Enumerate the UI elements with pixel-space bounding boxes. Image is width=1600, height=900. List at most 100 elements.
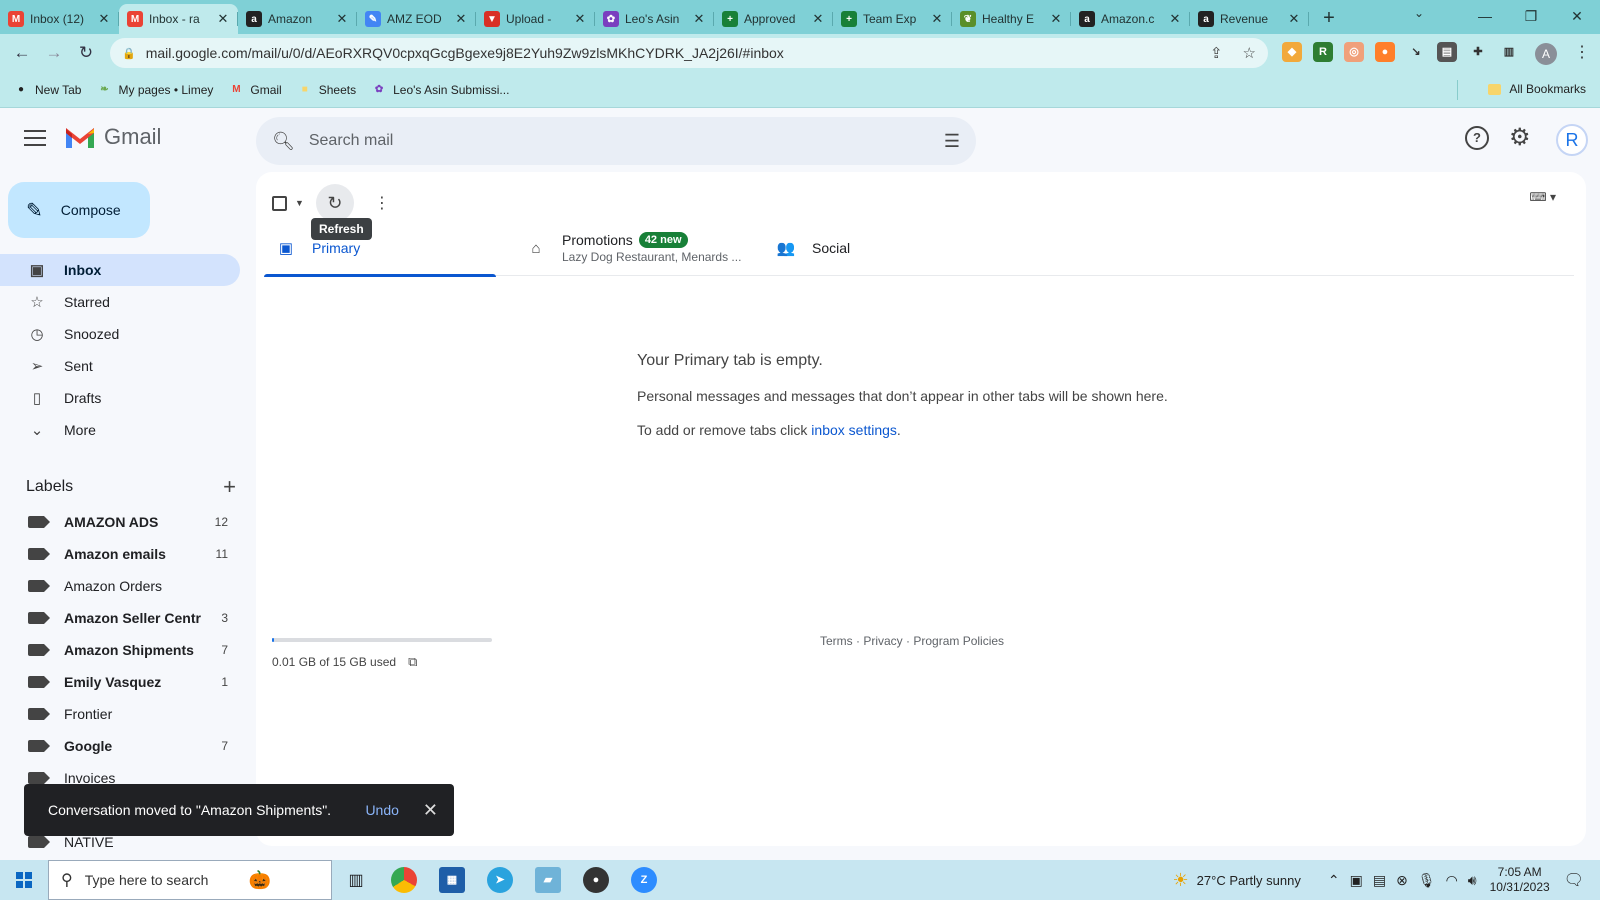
side-panel-icon[interactable]: ▥: [1499, 42, 1519, 62]
sidebar-item-more[interactable]: ⌄ More: [0, 414, 240, 446]
taskbar-app-red[interactable]: ●: [572, 860, 620, 900]
close-icon[interactable]: ✕: [423, 800, 438, 821]
label-item[interactable]: Amazon Shipments 7: [0, 634, 240, 666]
microphone-icon[interactable]: 🎙︎: [1418, 872, 1436, 889]
browser-tab[interactable]: M Inbox (12) ✕: [0, 4, 119, 34]
new-tab-button[interactable]: +: [1315, 4, 1343, 32]
browser-tab[interactable]: a Amazon ✕: [238, 4, 357, 34]
browser-tab[interactable]: ✎ AMZ EOD ✕: [357, 4, 476, 34]
input-tools-icon[interactable]: ⌨ ▾: [1529, 190, 1556, 204]
gmail-logo[interactable]: Gmail: [64, 124, 161, 150]
extension-icon-5[interactable]: ↘: [1406, 42, 1426, 62]
close-tab-icon[interactable]: ✕: [335, 11, 349, 27]
sidebar-item-drafts[interactable]: ▯ Drafts: [0, 382, 240, 414]
bookmark-item[interactable]: ❧ My pages • Limey: [97, 83, 213, 97]
taskbar-telegram[interactable]: ➤: [476, 860, 524, 900]
wifi-icon[interactable]: ◠: [1446, 872, 1458, 889]
tray-icon-2[interactable]: ▤: [1373, 872, 1386, 889]
reload-button[interactable]: ↻: [70, 43, 102, 63]
extension-icon-2[interactable]: R: [1313, 42, 1333, 62]
browser-tab[interactable]: ✿ Leo's Asin ✕: [595, 4, 714, 34]
tab-social[interactable]: 👥 Social: [764, 220, 1014, 276]
browser-tab[interactable]: a Amazon.c ✕: [1071, 4, 1190, 34]
close-tab-icon[interactable]: ✕: [1049, 11, 1063, 27]
start-button[interactable]: [0, 872, 48, 888]
more-actions-icon[interactable]: ⋮: [374, 193, 390, 213]
tray-icon-3[interactable]: ⊗: [1396, 872, 1408, 889]
share-icon[interactable]: ⇪: [1210, 44, 1223, 62]
inbox-settings-link[interactable]: inbox settings: [811, 422, 897, 438]
label-item[interactable]: AMAZON ADS 12: [0, 506, 240, 538]
close-tab-icon[interactable]: ✕: [1168, 11, 1182, 27]
refresh-button[interactable]: ↻: [315, 184, 354, 222]
close-tab-icon[interactable]: ✕: [454, 11, 468, 27]
search-options-icon[interactable]: ☰: [944, 131, 960, 152]
bookmark-item[interactable]: ● New Tab: [14, 83, 82, 97]
sidebar-item-inbox[interactable]: ▣ Inbox: [0, 254, 240, 286]
tab-search-chevron-icon[interactable]: ⌄: [1414, 6, 1424, 20]
site-info-icon[interactable]: 🔒: [122, 47, 136, 60]
tray-icon-1[interactable]: ▣: [1350, 872, 1363, 889]
bookmark-item[interactable]: ■ Sheets: [298, 83, 356, 97]
sidebar-item-snoozed[interactable]: ◷ Snoozed: [0, 318, 240, 350]
close-tab-icon[interactable]: ✕: [692, 11, 706, 27]
label-item[interactable]: Amazon emails 11: [0, 538, 240, 570]
select-dropdown-icon[interactable]: ▼: [295, 198, 304, 208]
privacy-link[interactable]: Privacy: [863, 634, 902, 648]
browser-tab[interactable]: + Team Exp ✕: [833, 4, 952, 34]
browser-menu-icon[interactable]: ⋮: [1574, 42, 1590, 62]
extension-icon-4[interactable]: ●: [1375, 42, 1395, 62]
main-menu-icon[interactable]: [24, 128, 46, 148]
browser-tab[interactable]: a Revenue ✕: [1190, 4, 1309, 34]
taskbar-files[interactable]: ▰: [524, 860, 572, 900]
clock[interactable]: 7:05 AM 10/31/2023: [1490, 865, 1550, 895]
label-item[interactable]: Emily Vasquez 1: [0, 666, 240, 698]
compose-button[interactable]: ✎ Compose: [8, 182, 150, 238]
extension-icon-1[interactable]: ◆: [1282, 42, 1302, 62]
label-item[interactable]: Frontier: [0, 698, 240, 730]
select-all-checkbox[interactable]: [272, 195, 287, 211]
browser-tab[interactable]: ▼ Upload - ✕: [476, 4, 595, 34]
label-item[interactable]: Amazon Seller Centr 3: [0, 602, 240, 634]
minimize-button[interactable]: —: [1462, 0, 1508, 32]
address-bar[interactable]: 🔒 mail.google.com/mail/u/0/d/AEoRXRQV0cp…: [110, 38, 1268, 68]
forward-button[interactable]: →: [38, 43, 70, 63]
close-tab-icon[interactable]: ✕: [216, 11, 230, 27]
settings-gear-icon[interactable]: ⚙: [1509, 126, 1531, 150]
bookmark-item[interactable]: M Gmail: [229, 83, 282, 97]
volume-icon[interactable]: 🔊︎: [1468, 872, 1477, 889]
taskbar-zoom[interactable]: Z: [620, 860, 668, 900]
url-text[interactable]: mail.google.com/mail/u/0/d/AEoRXRQV0cpxq…: [146, 45, 1190, 61]
browser-tab[interactable]: M Inbox - ra ✕: [119, 4, 238, 34]
add-label-icon[interactable]: +: [223, 474, 236, 500]
taskbar-search[interactable]: ⚲ Type here to search 🎃: [48, 860, 332, 900]
weather-widget[interactable]: ☀ 27°C Partly sunny: [1173, 870, 1301, 891]
browser-tab[interactable]: + Approved ✕: [714, 4, 833, 34]
terms-link[interactable]: Terms: [820, 634, 853, 648]
bookmark-star-icon[interactable]: ☆: [1243, 44, 1256, 62]
taskbar-chrome[interactable]: [380, 860, 428, 900]
undo-button[interactable]: Undo: [365, 802, 398, 818]
notifications-icon[interactable]: 🗨︎: [1564, 870, 1584, 890]
label-item[interactable]: Google 7: [0, 730, 240, 762]
close-tab-icon[interactable]: ✕: [930, 11, 944, 27]
help-icon[interactable]: ?: [1465, 126, 1489, 150]
account-avatar[interactable]: R: [1556, 124, 1588, 156]
label-item[interactable]: Amazon Orders: [0, 570, 240, 602]
show-hidden-icons[interactable]: ⌃: [1328, 872, 1340, 889]
tab-primary[interactable]: ▣ Primary: [264, 220, 514, 277]
close-tab-icon[interactable]: ✕: [573, 11, 587, 27]
restore-button[interactable]: ❐: [1508, 0, 1554, 32]
close-window-button[interactable]: ✕: [1554, 0, 1600, 32]
program-policies-link[interactable]: Program Policies: [913, 634, 1004, 648]
close-tab-icon[interactable]: ✕: [811, 11, 825, 27]
search-icon[interactable]: 🔍︎: [272, 131, 295, 152]
task-view-button[interactable]: ▥: [332, 860, 380, 900]
extension-icon-3[interactable]: ◎: [1344, 42, 1364, 62]
browser-profile-avatar[interactable]: A: [1535, 43, 1557, 65]
bookmark-item[interactable]: ✿ Leo's Asin Submissi...: [372, 83, 510, 97]
extension-icon-6[interactable]: ▤: [1437, 42, 1457, 62]
tab-promotions[interactable]: ⌂ Promotions 42 new Lazy Dog Restaurant,…: [514, 220, 764, 276]
close-tab-icon[interactable]: ✕: [1287, 11, 1301, 27]
search-input[interactable]: [308, 132, 944, 150]
